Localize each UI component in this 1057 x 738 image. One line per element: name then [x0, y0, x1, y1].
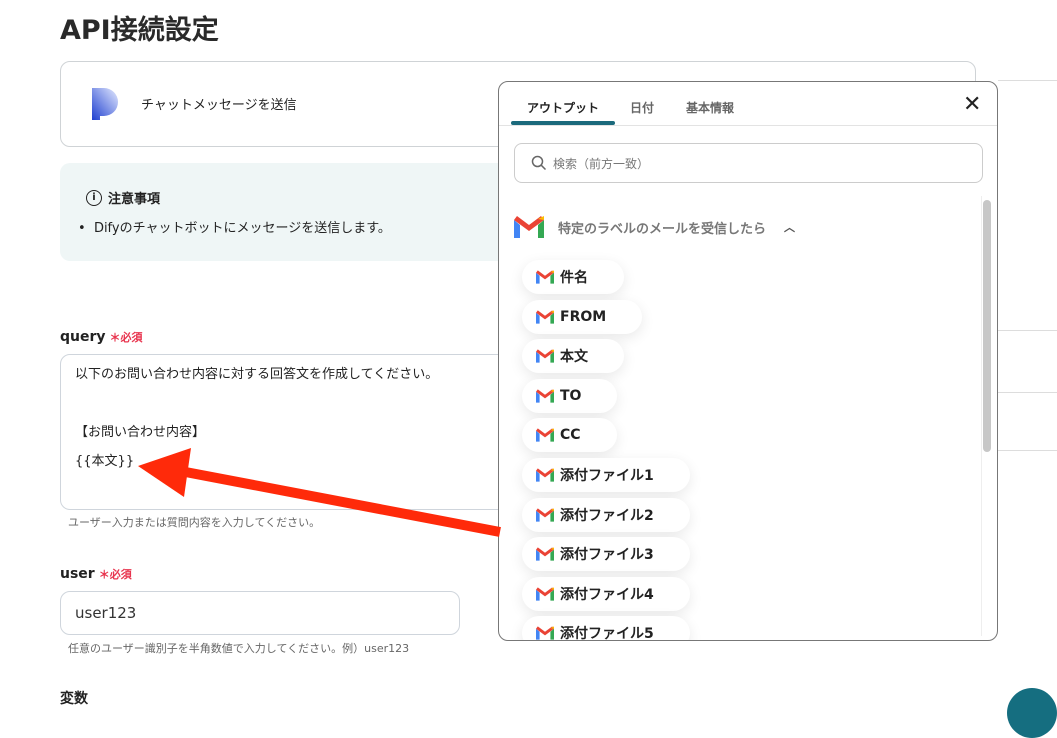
- output-item-label: 添付ファイル4: [560, 586, 654, 603]
- notice-item-text: Difyのチャットボットにメッセージを送信します。: [93, 221, 391, 236]
- user-input[interactable]: user123: [60, 591, 460, 635]
- gmail-icon: [536, 507, 554, 522]
- output-item-label: 添付ファイル3: [560, 547, 654, 564]
- user-hint: 任意のユーザー識別子を半角数値で入力してください。例）user123: [68, 642, 410, 655]
- notice-item: • Difyのチャットボットにメッセージを送信します。: [78, 221, 391, 236]
- output-item[interactable]: 添付ファイル1: [522, 458, 690, 492]
- required-badge: ＊必須: [110, 331, 143, 344]
- divider: [998, 330, 1057, 331]
- required-badge: ＊必須: [99, 568, 132, 581]
- divider: [998, 392, 1057, 393]
- output-item-label: 件名: [560, 270, 588, 286]
- output-item[interactable]: FROM: [522, 299, 643, 334]
- query-label: query ＊必須: [60, 326, 143, 345]
- query-line: [75, 397, 505, 412]
- section-title: 特定のラベルのメールを受信したら: [558, 221, 767, 237]
- gmail-icon: [536, 349, 554, 363]
- notice-title-text: 注意事項: [108, 192, 161, 207]
- close-icon[interactable]: ✕: [963, 92, 981, 117]
- gmail-icon: [536, 587, 554, 601]
- chevron-up-icon: ︿: [784, 221, 796, 234]
- output-picker-popup: アウトプット 日付 基本情報 ✕ 検索（前方一致） 特定のラベルのメールを受信し…: [498, 81, 998, 641]
- section-header[interactable]: 特定のラベルのメールを受信したら ︿: [514, 216, 795, 238]
- query-hint: ユーザー入力または質問内容を入力してください。: [68, 516, 321, 529]
- required-text: 必須: [120, 331, 143, 344]
- output-item[interactable]: 添付ファイル3: [522, 537, 690, 572]
- gmail-icon: [536, 547, 554, 561]
- output-item-label: 本文: [560, 349, 588, 366]
- tab-divider: [499, 125, 997, 126]
- output-item[interactable]: 添付ファイル2: [522, 497, 690, 532]
- output-item[interactable]: TO: [522, 378, 618, 413]
- output-item-label: 添付ファイル2: [560, 507, 654, 524]
- info-icon: i: [86, 189, 102, 206]
- search-input[interactable]: 検索（前方一致）: [514, 143, 983, 183]
- action-name: チャットメッセージを送信: [141, 98, 297, 113]
- query-textarea[interactable]: 以下のお問い合わせ内容に対する回答文を作成してください。 【お問い合わせ内容】 …: [60, 354, 520, 510]
- search-placeholder: 検索（前方一致）: [553, 156, 650, 171]
- gmail-icon: [536, 389, 554, 403]
- divider: [998, 450, 1057, 451]
- query-line: {{本文}}: [75, 454, 135, 469]
- search-icon: [531, 155, 547, 171]
- query-line: 【お問い合わせ内容】: [75, 425, 206, 440]
- output-item[interactable]: 添付ファイル4: [522, 576, 690, 611]
- chat-fab-button[interactable]: [1007, 688, 1057, 738]
- output-item[interactable]: CC: [522, 418, 617, 453]
- user-label: user ＊必須: [60, 563, 132, 582]
- variables-label: 変数: [60, 691, 88, 707]
- output-item-label: FROM: [560, 308, 607, 325]
- divider: [998, 80, 1057, 81]
- required-mark: ＊: [109, 331, 121, 344]
- gmail-icon: [536, 270, 554, 284]
- gmail-icon: [536, 468, 554, 482]
- query-label-text: query: [60, 329, 106, 345]
- output-item-label: 添付ファイル1: [560, 468, 654, 484]
- scrollbar-track: [981, 196, 982, 636]
- output-item-label: 添付ファイル5: [560, 626, 654, 641]
- output-item-label: CC: [560, 427, 581, 444]
- gmail-icon: [514, 216, 544, 238]
- gmail-icon: [536, 626, 554, 640]
- user-label-text: user: [60, 566, 95, 582]
- output-item[interactable]: 件名: [522, 260, 624, 294]
- notice-title: i 注意事項: [86, 188, 160, 207]
- required-text: 必須: [109, 568, 132, 581]
- output-item[interactable]: 添付ファイル5: [522, 616, 690, 641]
- query-line: 以下のお問い合わせ内容に対する回答文を作成してください。: [75, 367, 439, 382]
- required-mark: ＊: [98, 568, 110, 581]
- tab-date[interactable]: 日付: [630, 99, 654, 116]
- tab-output[interactable]: アウトプット: [527, 99, 599, 116]
- notice-box: [60, 163, 520, 261]
- gmail-icon: [536, 428, 554, 442]
- tab-basic-info[interactable]: 基本情報: [686, 99, 734, 116]
- output-item[interactable]: 本文: [522, 339, 624, 374]
- scrollbar[interactable]: [983, 200, 991, 452]
- output-item-label: TO: [560, 387, 582, 404]
- dify-logo-icon: [92, 88, 118, 120]
- page-title: API接続設定: [60, 15, 219, 46]
- gmail-icon: [536, 309, 554, 324]
